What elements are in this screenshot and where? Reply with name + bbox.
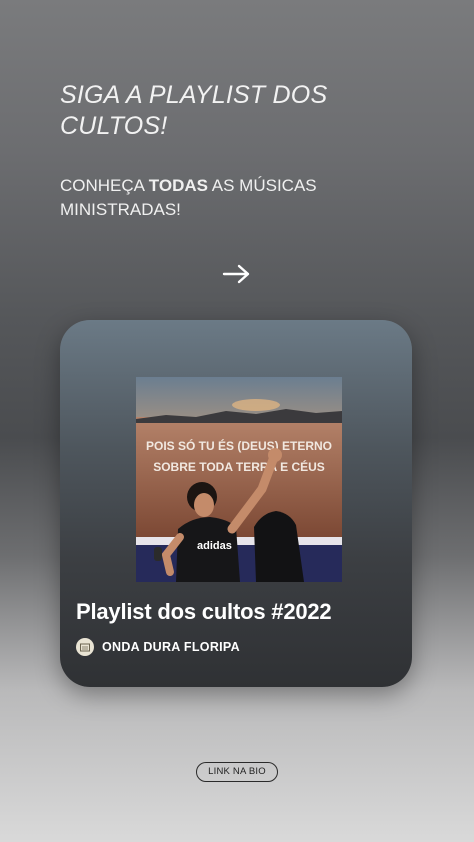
headline: SIGA A PLAYLIST DOS CULTOS! xyxy=(60,81,328,140)
playlist-owner[interactable]: ONDA DURA FLORIPA xyxy=(76,637,240,657)
link-in-bio-button[interactable]: LINK NA BIO xyxy=(196,762,278,782)
cover-lyrics-line-2: SOBRE TODA TERRA E CÉUS xyxy=(153,459,325,474)
subheadline: CONHEÇA TODAS AS MÚSICAS MINISTRADAS! xyxy=(60,174,400,222)
cover-shirt-logo: adidas xyxy=(197,540,232,552)
owner-name: ONDA DURA FLORIPA xyxy=(102,640,240,654)
subheadline-emphasis: TODAS xyxy=(148,176,208,195)
church-logo-icon xyxy=(76,638,94,656)
cover-lyrics-line-1: POIS SÓ TU ÉS (DEUS) ETERNO xyxy=(146,438,332,453)
subheadline-prefix: CONHEÇA xyxy=(60,176,149,195)
playlist-card[interactable]: POIS SÓ TU ÉS (DEUS) ETERNO SOBRE TODA T… xyxy=(60,320,412,687)
arrow-right-icon xyxy=(222,262,252,286)
playlist-cover-image[interactable]: POIS SÓ TU ÉS (DEUS) ETERNO SOBRE TODA T… xyxy=(136,377,342,582)
playlist-title: Playlist dos cultos #2022 xyxy=(76,599,332,624)
